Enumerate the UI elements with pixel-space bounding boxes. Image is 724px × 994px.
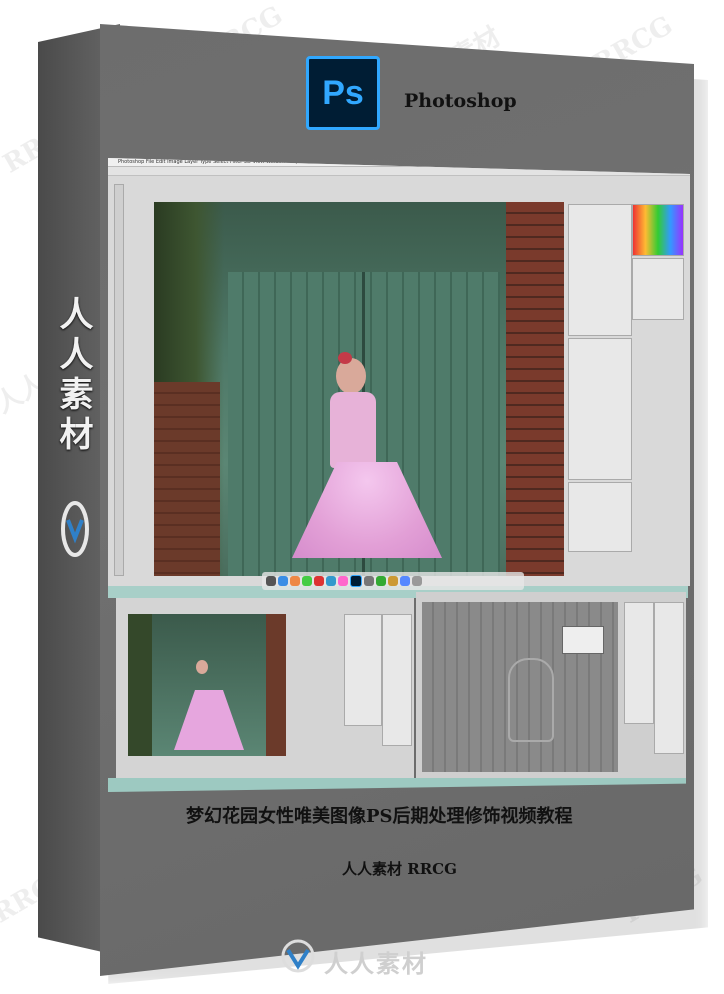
dock-app-icon [302,576,312,586]
preview-screenshot-right [416,592,686,778]
pink-gown [174,690,244,750]
bottom-brand: 人人素材 [324,950,428,978]
dock-app-icon [278,576,288,586]
dock-app-icon [350,575,362,587]
adjustments-panel [568,482,632,552]
brick-wall-right [266,614,286,756]
tools-panel [114,184,124,576]
side-panel [344,614,382,726]
ps-logo-text: Ps [322,73,364,112]
app-name: Photoshop [404,90,517,112]
dock-app-icon [388,576,398,586]
dock-app-icon [290,576,300,586]
photo-thumb [128,614,286,756]
spine-label: 人人素材 [53,296,93,456]
dock-app-icon [314,576,324,586]
dock-app-icon [376,576,386,586]
main-screenshot: Photoshop File Edit Image Layer Type Sel… [108,158,690,586]
rrcg-logo-icon [61,501,89,557]
dock-app-icon [400,576,410,586]
brick-wall-right [506,202,564,576]
side-panel [654,602,684,754]
course-title: 梦幻花园女性唯美图像PS后期处理修饰视频教程 [186,806,573,827]
model-head [196,660,208,674]
rrcg-logo-icon [281,939,315,973]
embossed-figure [508,658,554,742]
hair-flower [338,352,352,364]
model-head [336,358,366,394]
preview-screenshot-left [116,598,414,780]
dock-app-icon [412,576,422,586]
dock-app-icon [266,576,276,586]
mac-dock [262,572,524,590]
history-panel [632,258,684,320]
foliage [128,614,152,756]
side-panel [382,614,412,746]
brick-wall-left [154,382,220,576]
side-panel [624,602,654,724]
dock-app-icon [338,576,348,586]
filter-dialog [562,626,604,654]
dock-app-icon [326,576,336,586]
high-pass-canvas [422,602,618,772]
brand-line: 人人素材 RRCG [342,860,457,878]
swatches-panel [632,204,684,256]
properties-panel [568,338,632,480]
ps-logo-icon: Ps [306,56,380,130]
photo-canvas [154,202,564,576]
model-torso [330,392,376,468]
layers-panel [568,204,632,336]
dock-app-icon [364,576,374,586]
